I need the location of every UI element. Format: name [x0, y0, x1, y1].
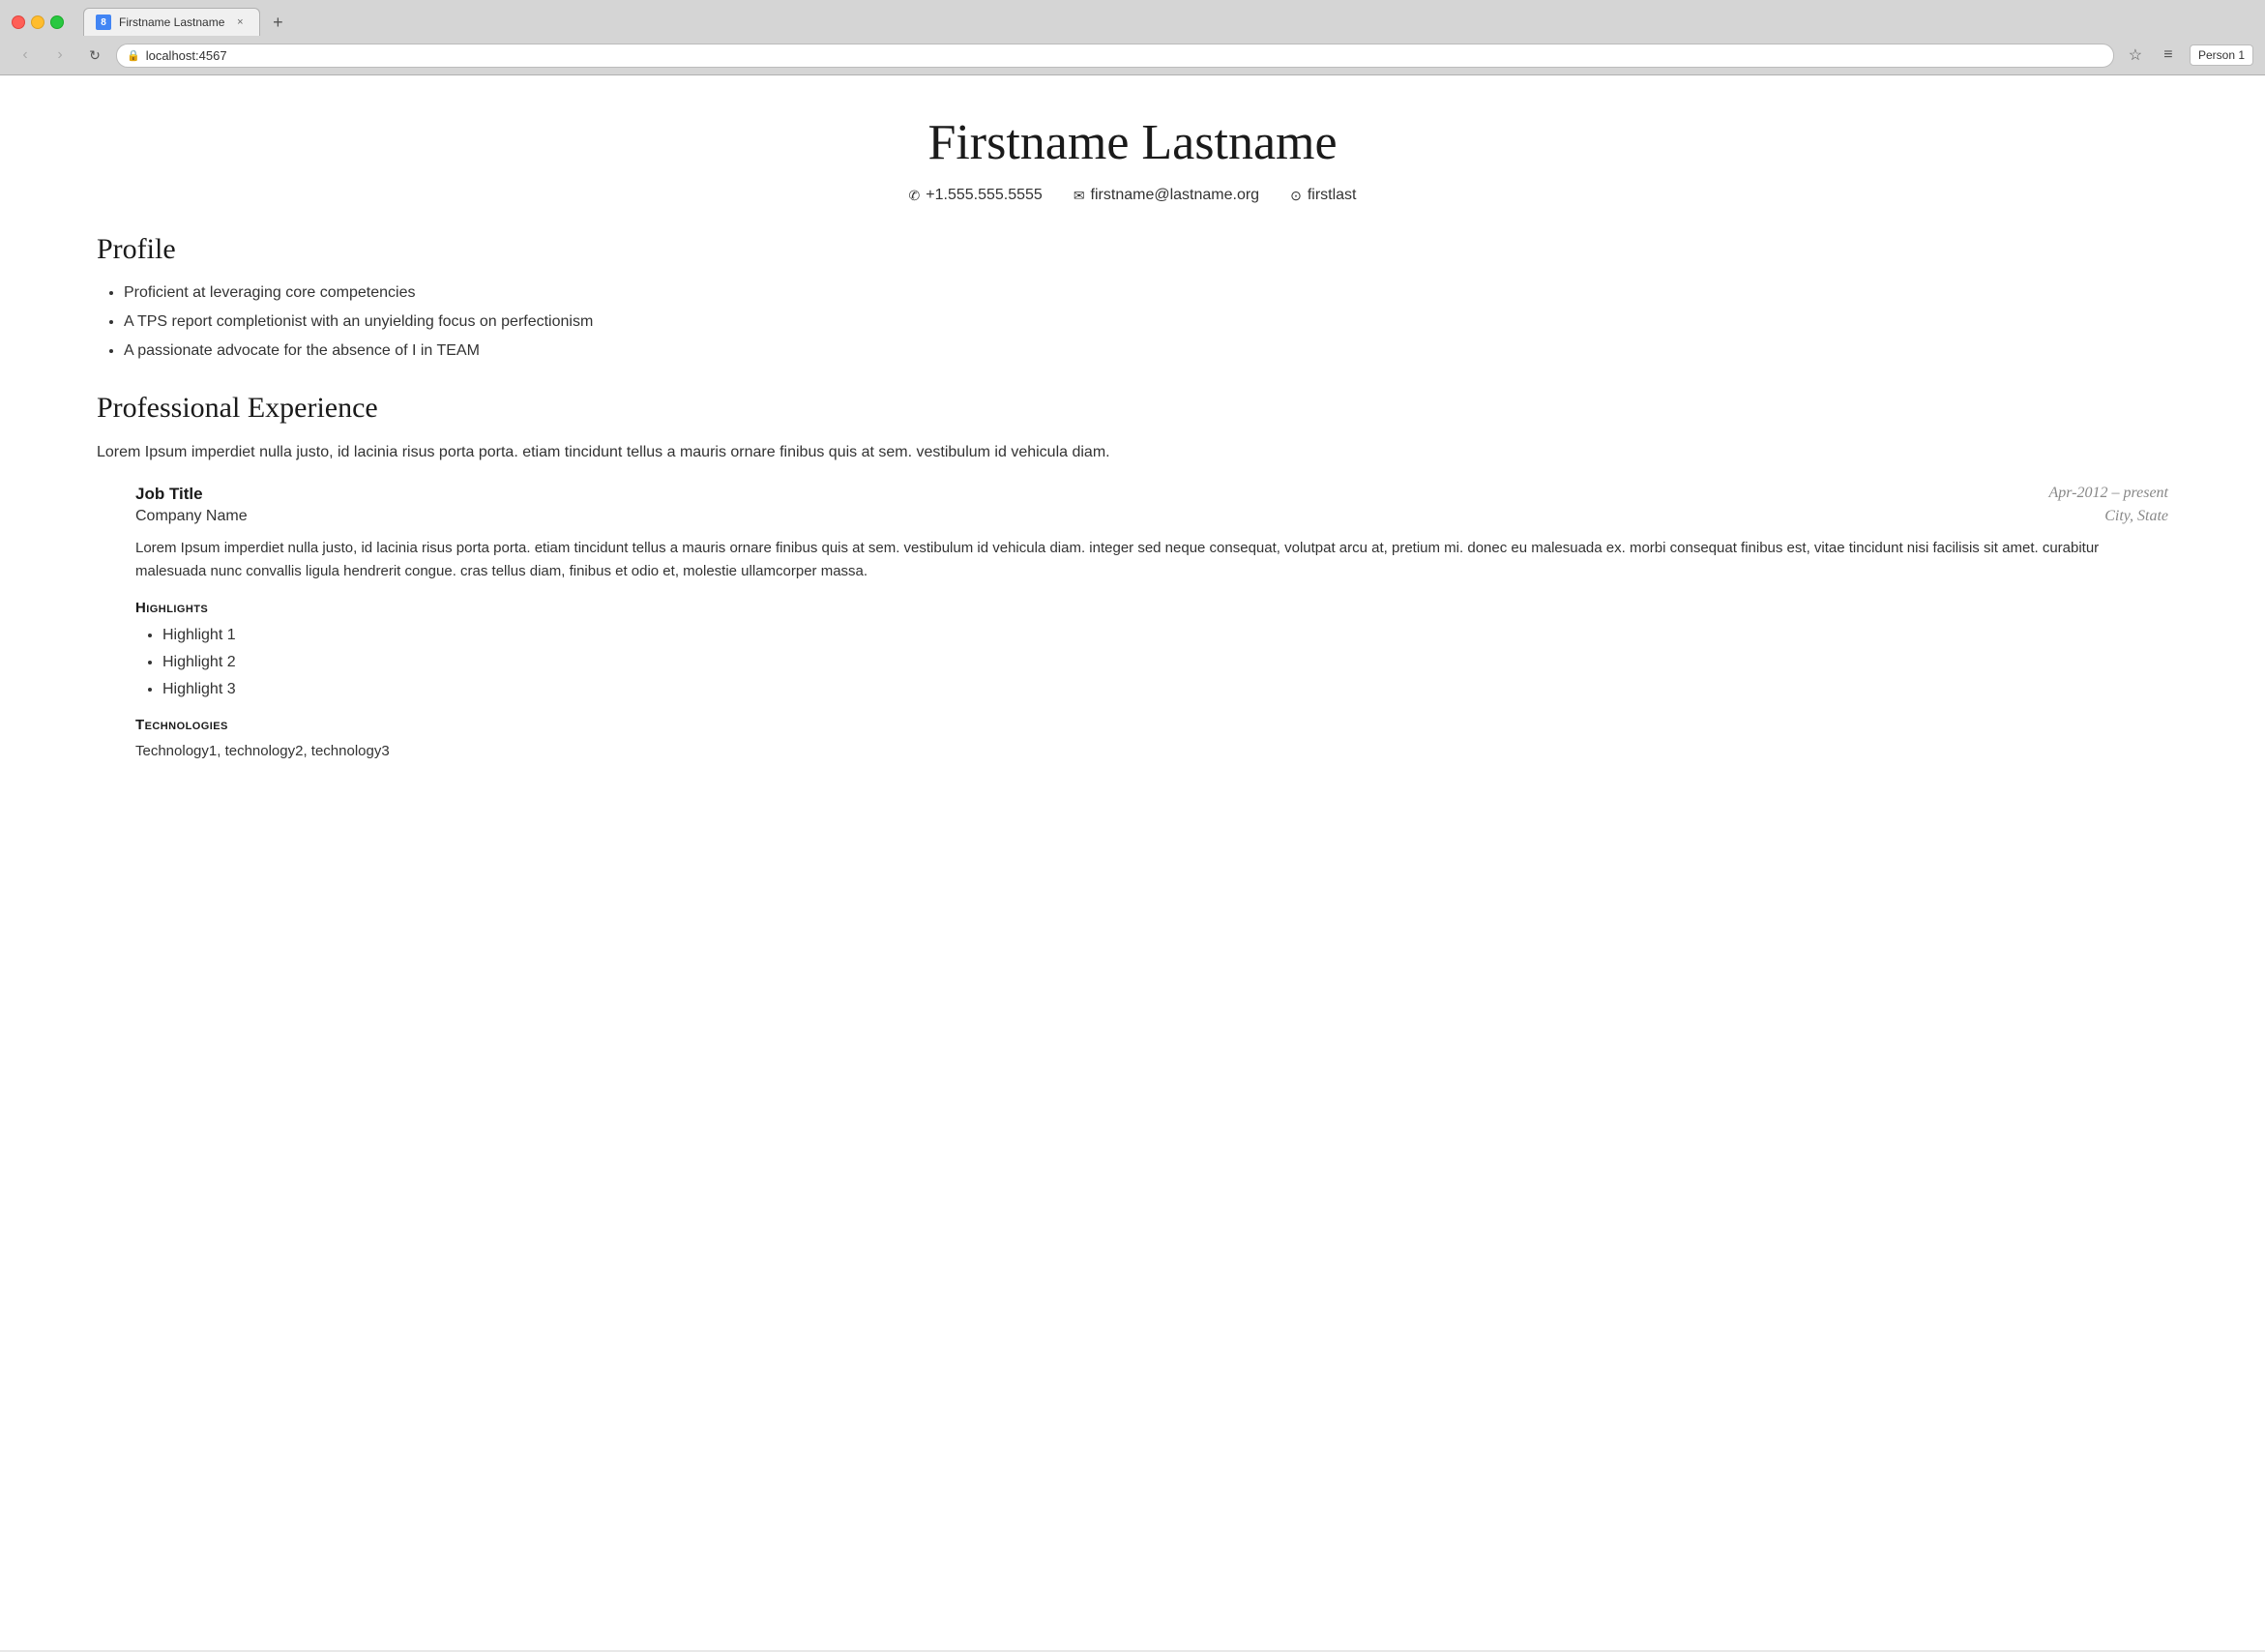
tab-close-button[interactable]: ×: [232, 15, 248, 30]
person-profile-button[interactable]: Person 1: [2190, 44, 2253, 66]
phone-contact: ✆ +1.555.555.5555: [909, 187, 1043, 204]
forward-button[interactable]: ›: [46, 42, 74, 69]
job-company-row: Company Name City, State: [135, 508, 2168, 525]
profile-section: Profile Proficient at leveraging core co…: [97, 233, 2168, 363]
contact-info: ✆ +1.555.555.5555 ✉ firstname@lastname.o…: [97, 187, 2168, 204]
job-title: Job Title: [135, 485, 203, 504]
job-header: Job Title Apr-2012 – present: [135, 485, 2168, 504]
experience-section-title: Professional Experience: [97, 392, 2168, 425]
email-contact: ✉ firstname@lastname.org: [1074, 187, 1259, 204]
profile-list: Proficient at leveraging core competenci…: [97, 281, 2168, 363]
tab-bar: 8 Firstname Lastname × +: [83, 8, 2253, 36]
back-button[interactable]: ‹: [12, 42, 39, 69]
address-bar[interactable]: 🔒 localhost:4567: [116, 44, 2114, 68]
browser-chrome: 8 Firstname Lastname × + ‹ › ↻ 🔒 localho…: [0, 0, 2265, 75]
browser-toolbar: ‹ › ↻ 🔒 localhost:4567 ☆ ≡ Person 1: [0, 36, 2265, 74]
job-location: City, State: [2104, 508, 2168, 525]
page-content: Firstname Lastname ✆ +1.555.555.5555 ✉ f…: [0, 75, 2265, 1650]
experience-intro: Lorem Ipsum imperdiet nulla justo, id la…: [97, 440, 2168, 465]
browser-titlebar: 8 Firstname Lastname × +: [0, 0, 2265, 36]
browser-actions: ☆ ≡: [2122, 42, 2182, 69]
refresh-button[interactable]: ↻: [81, 42, 108, 69]
list-item: Highlight 2: [162, 651, 2168, 674]
resume-name: Firstname Lastname: [97, 114, 2168, 171]
lock-icon: 🔒: [127, 49, 140, 62]
tab-favicon: 8: [96, 15, 111, 30]
list-item: Proficient at leveraging core competenci…: [124, 281, 2168, 305]
active-tab[interactable]: 8 Firstname Lastname ×: [83, 8, 260, 36]
list-item: A passionate advocate for the absence of…: [124, 339, 2168, 363]
new-tab-button[interactable]: +: [264, 9, 291, 36]
phone-icon: ✆: [909, 188, 921, 204]
technologies-label: Technologies: [135, 717, 2168, 733]
email-icon: ✉: [1074, 188, 1085, 204]
job-entry: Job Title Apr-2012 – present Company Nam…: [135, 485, 2168, 763]
highlights-list: Highlight 1 Highlight 2 Highlight 3: [135, 624, 2168, 701]
resume-header: Firstname Lastname ✆ +1.555.555.5555 ✉ f…: [97, 114, 2168, 204]
close-window-button[interactable]: [12, 15, 25, 29]
bookmark-star-button[interactable]: ☆: [2122, 42, 2149, 69]
github-handle: firstlast: [1308, 187, 1357, 204]
browser-menu-button[interactable]: ≡: [2155, 42, 2182, 69]
address-text: localhost:4567: [146, 48, 2103, 63]
minimize-window-button[interactable]: [31, 15, 44, 29]
profile-section-title: Profile: [97, 233, 2168, 266]
tab-title: Firstname Lastname: [119, 15, 224, 29]
job-company: Company Name: [135, 508, 248, 525]
github-contact: ⊙ firstlast: [1290, 187, 1356, 204]
list-item: Highlight 1: [162, 624, 2168, 647]
phone-number: +1.555.555.5555: [926, 187, 1043, 204]
maximize-window-button[interactable]: [50, 15, 64, 29]
technologies-text: Technology1, technology2, technology3: [135, 741, 2168, 763]
highlights-label: Highlights: [135, 600, 2168, 616]
traffic-lights: [12, 15, 64, 29]
job-dates: Apr-2012 – present: [2048, 485, 2168, 502]
github-icon: ⊙: [1290, 188, 1302, 204]
experience-section: Professional Experience Lorem Ipsum impe…: [97, 392, 2168, 763]
email-address: firstname@lastname.org: [1091, 187, 1260, 204]
job-description: Lorem Ipsum imperdiet nulla justo, id la…: [135, 537, 2168, 585]
list-item: Highlight 3: [162, 678, 2168, 701]
list-item: A TPS report completionist with an unyie…: [124, 310, 2168, 334]
